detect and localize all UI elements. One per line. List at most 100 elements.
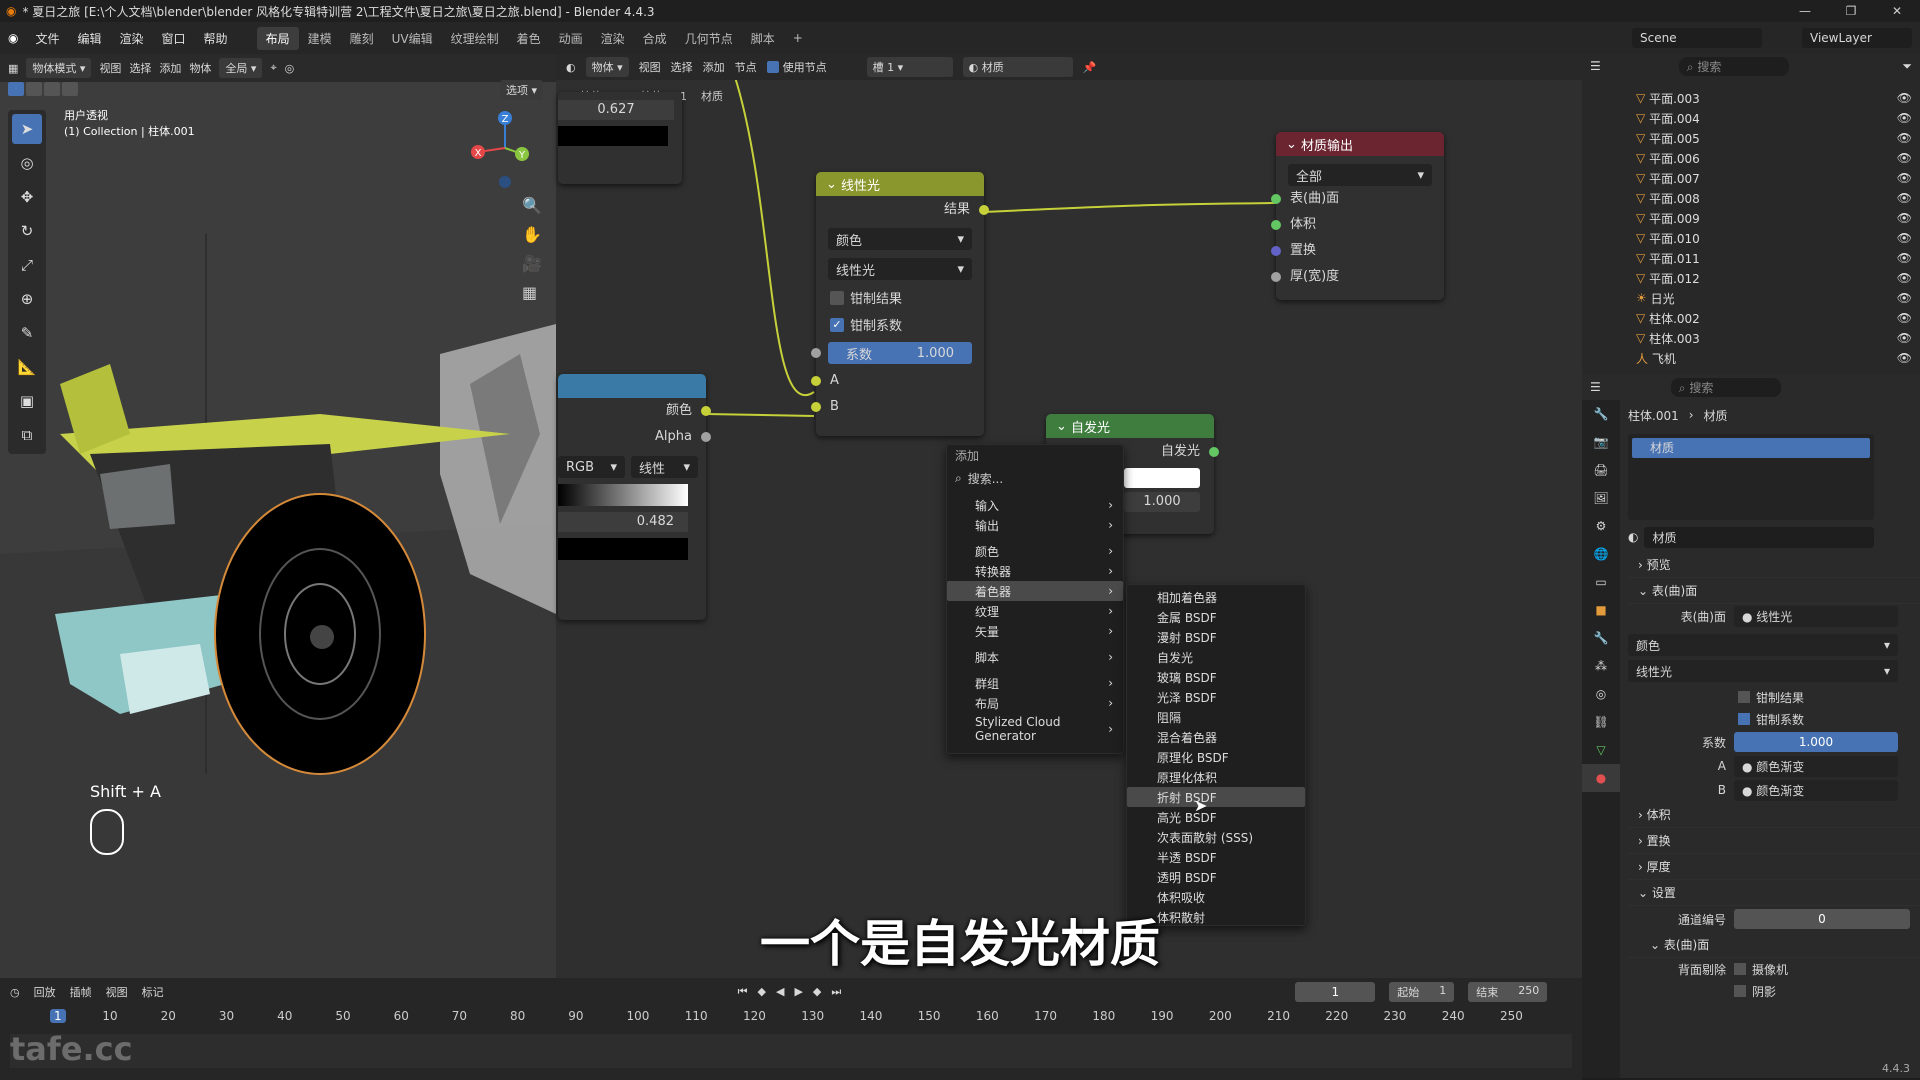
snap-icon[interactable]: ⌖	[270, 61, 276, 75]
mix-blend-mode[interactable]: 线性光 ▾	[828, 258, 972, 280]
add-cube-tool-icon[interactable]: ▣	[12, 386, 42, 416]
maximize-icon[interactable]: ❐	[1828, 0, 1874, 22]
surface-socket[interactable]	[1271, 194, 1281, 204]
shader-add[interactable]: 相加着色器	[1127, 587, 1305, 607]
measure-tool-icon[interactable]: 📐	[12, 352, 42, 382]
ramp-color-socket[interactable]	[701, 406, 711, 416]
prop-clamp-factor[interactable]: 钳制系数	[1628, 708, 1920, 730]
data-tab-icon[interactable]: ▽	[1582, 736, 1620, 764]
prop-factor-field[interactable]: 1.000	[1734, 732, 1898, 752]
viewport-menu-select[interactable]: 选择	[129, 60, 151, 76]
material-browse-icon[interactable]: ◐	[1628, 530, 1638, 544]
material-slot-item[interactable]: 材质	[1632, 438, 1870, 458]
menu-window[interactable]: 窗口	[153, 30, 195, 47]
prev-keyframe-icon[interactable]: ◆	[758, 985, 766, 999]
displacement-socket[interactable]	[1271, 246, 1281, 256]
shader-holdout[interactable]: 阻隔	[1127, 707, 1305, 727]
workspace-tab-shading[interactable]: 着色	[508, 27, 550, 50]
scene-tab-icon[interactable]: ⚙	[1582, 512, 1620, 540]
shader-principled[interactable]: 原理化 BSDF	[1127, 747, 1305, 767]
node-menu-node[interactable]: 节点	[735, 59, 757, 75]
clamp-factor-checkbox[interactable]: ✓ 钳制系数	[830, 315, 970, 334]
shader-principled-volume[interactable]: 原理化体积	[1127, 767, 1305, 787]
outliner-item[interactable]: ▽ 平面.005 👁	[1582, 128, 1920, 148]
visibility-eye-icon[interactable]: 👁	[1897, 291, 1912, 305]
workspace-tab-modeling[interactable]: 建模	[299, 27, 341, 50]
close-icon[interactable]: ✕	[1874, 0, 1920, 22]
workspace-tab-texture-paint[interactable]: 纹理绘制	[442, 27, 508, 50]
timeline-menu-keying[interactable]: 插帧	[70, 984, 92, 1000]
surface-shader-field[interactable]: ● 线性光	[1734, 605, 1898, 627]
node-menu-view[interactable]: 视图	[639, 59, 661, 75]
play-reverse-icon[interactable]: ◀	[776, 985, 784, 999]
mode-selector[interactable]: 物体模式 ▾	[26, 58, 92, 78]
visibility-eye-icon[interactable]: 👁	[1897, 331, 1912, 345]
ramp-position-field[interactable]: 0.482	[558, 512, 688, 532]
end-frame-field[interactable]: 结束 250	[1468, 982, 1548, 1002]
next-keyframe-icon[interactable]: ◆	[813, 985, 821, 999]
menu-item-layout[interactable]: 布局 ›	[947, 693, 1123, 713]
section-settings[interactable]: ⌄ 设置	[1628, 880, 1920, 906]
visibility-eye-icon[interactable]: 👁	[1897, 91, 1912, 105]
shader-specular[interactable]: 高光 BSDF	[1127, 807, 1305, 827]
chevron-down-icon[interactable]: ⌄	[826, 177, 841, 192]
section-preview[interactable]: › 预览	[1628, 552, 1920, 578]
chevron-down-icon[interactable]: ⌄	[1056, 419, 1071, 434]
add-menu-search[interactable]: ⌕ 搜索...	[947, 467, 1123, 489]
shader-refraction[interactable]: 折射 BSDF	[1127, 787, 1305, 807]
outliner-item[interactable]: ▽ 平面.010 👁	[1582, 228, 1920, 248]
workspace-tab-rendering[interactable]: 渲染	[592, 27, 634, 50]
outliner-item[interactable]: ▽ 平面.012 👁	[1582, 268, 1920, 288]
timeline-track[interactable]	[10, 1034, 1572, 1068]
select-extend-icon[interactable]	[26, 82, 42, 96]
backface-shadow-checkbox[interactable]: 阴影	[1734, 983, 1776, 1000]
outliner-item[interactable]: ▽ 平面.007 👁	[1582, 168, 1920, 188]
workspace-tab-geometry-nodes[interactable]: 几何节点	[676, 27, 742, 50]
outliner-item[interactable]: 人 飞机 👁	[1582, 348, 1920, 368]
visibility-eye-icon[interactable]: 👁	[1897, 351, 1912, 365]
physics-tab-icon[interactable]: ◎	[1582, 680, 1620, 708]
shader-emission[interactable]: 自发光	[1127, 647, 1305, 667]
slot-selector[interactable]: 槽 1 ▾	[866, 57, 953, 77]
outliner-item[interactable]: ☀ 日光 👁	[1582, 288, 1920, 308]
input-a-socket[interactable]	[811, 376, 821, 386]
visibility-eye-icon[interactable]: 👁	[1897, 251, 1912, 265]
workspace-tab-scripting[interactable]: 脚本	[742, 27, 784, 50]
object-tab-icon[interactable]: ■	[1582, 596, 1620, 624]
ramp-alpha-socket[interactable]	[701, 432, 711, 442]
visibility-eye-icon[interactable]: 👁	[1897, 151, 1912, 165]
shader-glossy[interactable]: 光泽 BSDF	[1127, 687, 1305, 707]
select-subtract-icon[interactable]	[44, 82, 60, 96]
workspace-tab-compositing[interactable]: 合成	[634, 27, 676, 50]
outliner-item[interactable]: ▽ 平面.006 👁	[1582, 148, 1920, 168]
properties-type-icon[interactable]: ☰	[1590, 380, 1601, 394]
blender-menu-icon[interactable]: ◉	[0, 31, 26, 45]
emission-output-socket[interactable]	[1209, 447, 1219, 457]
render-tab-icon[interactable]: 📷	[1582, 428, 1620, 456]
menu-item-converter[interactable]: 转换器 ›	[947, 561, 1123, 581]
visibility-eye-icon[interactable]: 👁	[1897, 271, 1912, 285]
menu-item-cloud-generator[interactable]: Stylized Cloud Generator ›	[947, 715, 1123, 743]
pan-hand-icon[interactable]: ✋	[522, 225, 542, 244]
scale-tool-icon[interactable]: ⤢	[12, 250, 42, 280]
material-name-field[interactable]: 材质	[1644, 526, 1874, 548]
scene-selector[interactable]: Scene	[1632, 28, 1762, 48]
volume-socket[interactable]	[1271, 220, 1281, 230]
factor-slider[interactable]: 系数 1.000	[811, 342, 972, 364]
workspace-tab-uv[interactable]: UV编辑	[383, 27, 442, 50]
workspace-tab-animation[interactable]: 动画	[550, 27, 592, 50]
visibility-eye-icon[interactable]: 👁	[1897, 111, 1912, 125]
outliner-item[interactable]: ▽ 平面.009 👁	[1582, 208, 1920, 228]
tool-tab-icon[interactable]: 🔧	[1582, 400, 1620, 428]
select-box-icon[interactable]	[8, 82, 24, 96]
timeline-menu-playback[interactable]: 回放	[34, 984, 56, 1000]
editor-type-icon[interactable]: ▦	[8, 62, 18, 75]
timeline-menu-marker[interactable]: 标记	[142, 984, 164, 1000]
section-displacement[interactable]: › 置换	[1628, 828, 1920, 854]
node-menu-add[interactable]: 添加	[703, 59, 725, 75]
color-ramp-node[interactable]: 颜色 Alpha RGB ▾ 线性 ▾ 0.482	[558, 374, 711, 620]
top-left-color-swatch[interactable]	[558, 126, 668, 146]
outliner-type-icon[interactable]: ☰	[1590, 59, 1601, 73]
visibility-eye-icon[interactable]: 👁	[1897, 191, 1912, 205]
outliner-item[interactable]: ▽ 柱体.003 👁	[1582, 328, 1920, 348]
